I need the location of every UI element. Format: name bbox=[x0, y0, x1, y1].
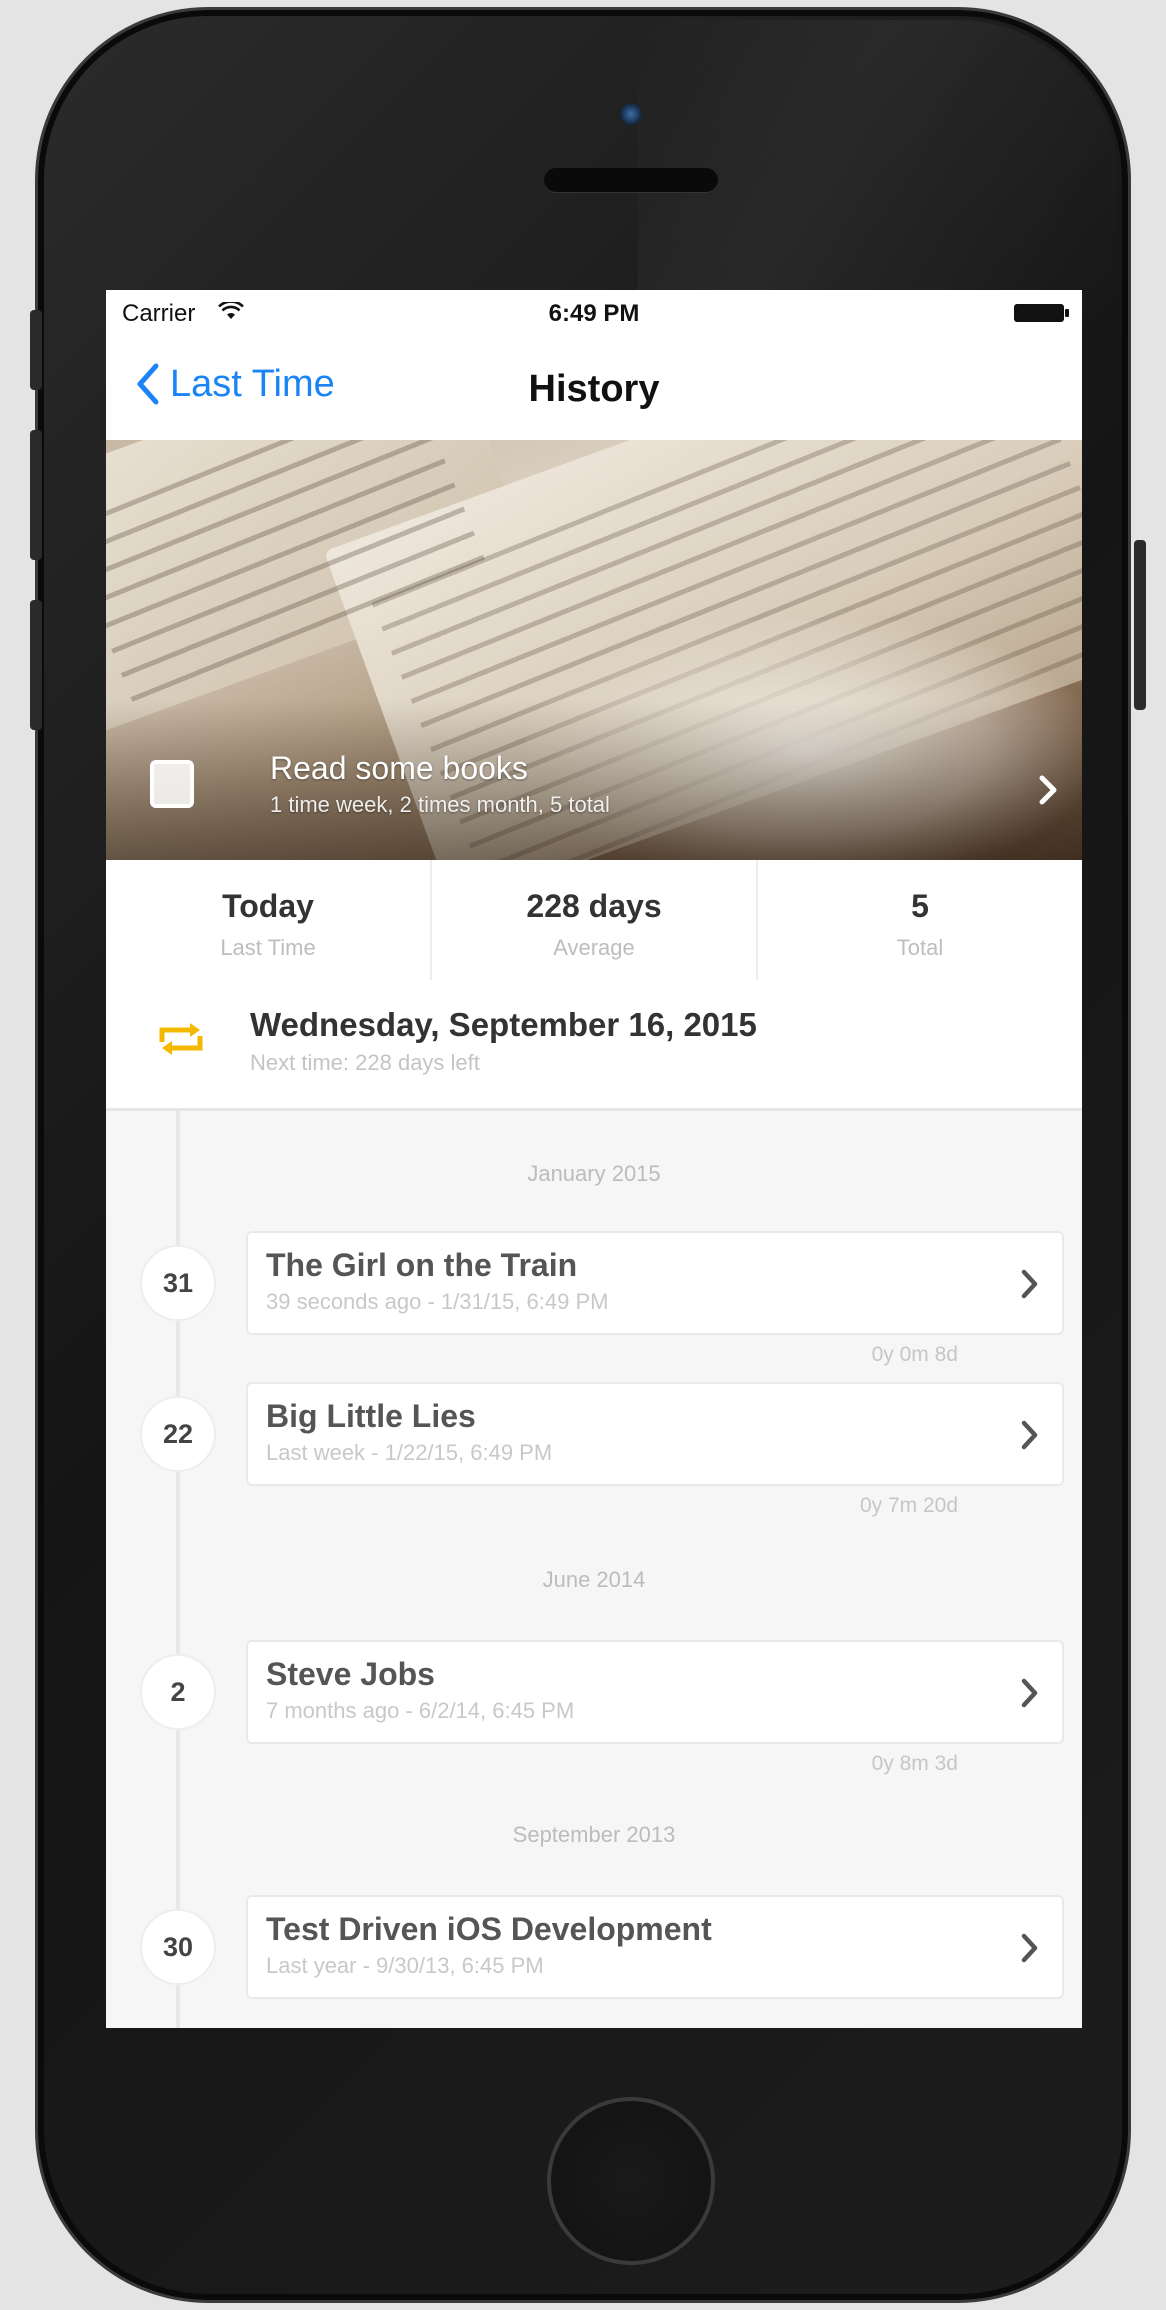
day-badge: 22 bbox=[140, 1396, 216, 1472]
checkbox-icon[interactable] bbox=[150, 760, 194, 808]
entry-subtitle: Last year - 9/30/13, 6:45 PM bbox=[266, 1953, 544, 1978]
next-date: Wednesday, September 16, 2015 bbox=[250, 1006, 757, 1043]
chevron-right-icon bbox=[1021, 1933, 1038, 1963]
history-entry[interactable]: Big Little Lies Last week - 1/22/15, 6:49… bbox=[246, 1382, 1064, 1486]
entry-subtitle: 7 months ago - 6/2/14, 6:45 PM bbox=[266, 1698, 575, 1723]
chevron-right-icon bbox=[1021, 1269, 1038, 1299]
entry-interval: 0y 8m 3d bbox=[871, 1752, 958, 1775]
volume-up-button[interactable] bbox=[30, 430, 42, 560]
screen: Carrier 6:49 PM Last Time History Read s… bbox=[106, 290, 1082, 2028]
entry-interval: 0y 0m 8d bbox=[871, 1343, 958, 1366]
mute-switch[interactable] bbox=[30, 310, 42, 390]
stat-average: 228 days Average bbox=[430, 860, 756, 980]
chevron-right-icon[interactable] bbox=[1034, 770, 1062, 810]
stat-total: 5 Total bbox=[756, 860, 1082, 980]
stats-row: Today Last Time 228 days Average 5 Total bbox=[106, 860, 1082, 980]
day-badge: 30 bbox=[140, 1909, 216, 1985]
stat-last-time: Today Last Time bbox=[106, 860, 430, 980]
history-entry[interactable]: The Girl on the Train 39 seconds ago - 1/… bbox=[246, 1231, 1064, 1335]
stat-label: Last Time bbox=[220, 935, 316, 960]
chevron-right-icon bbox=[1021, 1420, 1038, 1450]
navigation-bar: Last Time History bbox=[106, 332, 1082, 432]
stat-value: 5 bbox=[911, 888, 929, 924]
stat-label: Total bbox=[896, 935, 944, 960]
entry-subtitle: Last week - 1/22/15, 6:49 PM bbox=[266, 1440, 553, 1465]
earpiece-speaker bbox=[544, 168, 718, 192]
stat-value: 228 days bbox=[526, 888, 662, 924]
status-time: 6:49 PM bbox=[548, 300, 640, 327]
history-entry[interactable]: Steve Jobs 7 months ago - 6/2/14, 6:45 PM bbox=[246, 1640, 1064, 1744]
hero-shade bbox=[106, 700, 1082, 860]
hero-subtitle: 1 time week, 2 times month, 5 total bbox=[270, 792, 610, 817]
entry-subtitle: 39 seconds ago - 1/31/15, 6:49 PM bbox=[266, 1289, 609, 1314]
stat-value: Today bbox=[222, 888, 314, 924]
day-badge: 2 bbox=[140, 1654, 216, 1730]
next-time-row[interactable]: Wednesday, September 16, 2015 Next time:… bbox=[106, 980, 1082, 1111]
section-header: January 2015 bbox=[527, 1161, 661, 1186]
section-header: June 2014 bbox=[542, 1567, 646, 1592]
next-time-left: Next time: 228 days left bbox=[250, 1050, 480, 1075]
day-badge: 31 bbox=[140, 1245, 216, 1321]
entry-title: The Girl on the Train bbox=[266, 1247, 578, 1283]
entry-interval: 0y 7m 20d bbox=[859, 1494, 958, 1517]
power-button[interactable] bbox=[1134, 540, 1146, 710]
entry-title: Steve Jobs bbox=[266, 1656, 435, 1692]
entry-title: Test Driven iOS Development bbox=[266, 1911, 712, 1947]
history-entry[interactable]: Test Driven iOS Development Last year - 9… bbox=[246, 1895, 1064, 1999]
hero-banner[interactable]: Read some books 1 time week, 2 times mon… bbox=[106, 440, 1082, 860]
chevron-right-icon bbox=[1021, 1678, 1038, 1708]
front-camera bbox=[620, 103, 642, 125]
home-button[interactable] bbox=[547, 2097, 715, 2265]
repeat-icon bbox=[159, 1023, 203, 1055]
entry-title: Big Little Lies bbox=[266, 1398, 476, 1434]
nav-title: History bbox=[528, 368, 660, 410]
hero-title: Read some books bbox=[270, 750, 528, 786]
volume-down-button[interactable] bbox=[30, 600, 42, 730]
battery-icon bbox=[1014, 304, 1069, 322]
section-header: September 2013 bbox=[512, 1822, 676, 1847]
status-bar: Carrier 6:49 PM bbox=[106, 290, 1082, 332]
stat-label: Average bbox=[553, 935, 635, 960]
history-timeline: January 2015 31 The Girl on the Train 39 se… bbox=[106, 1111, 1082, 2028]
phone-glare bbox=[638, 20, 1118, 310]
